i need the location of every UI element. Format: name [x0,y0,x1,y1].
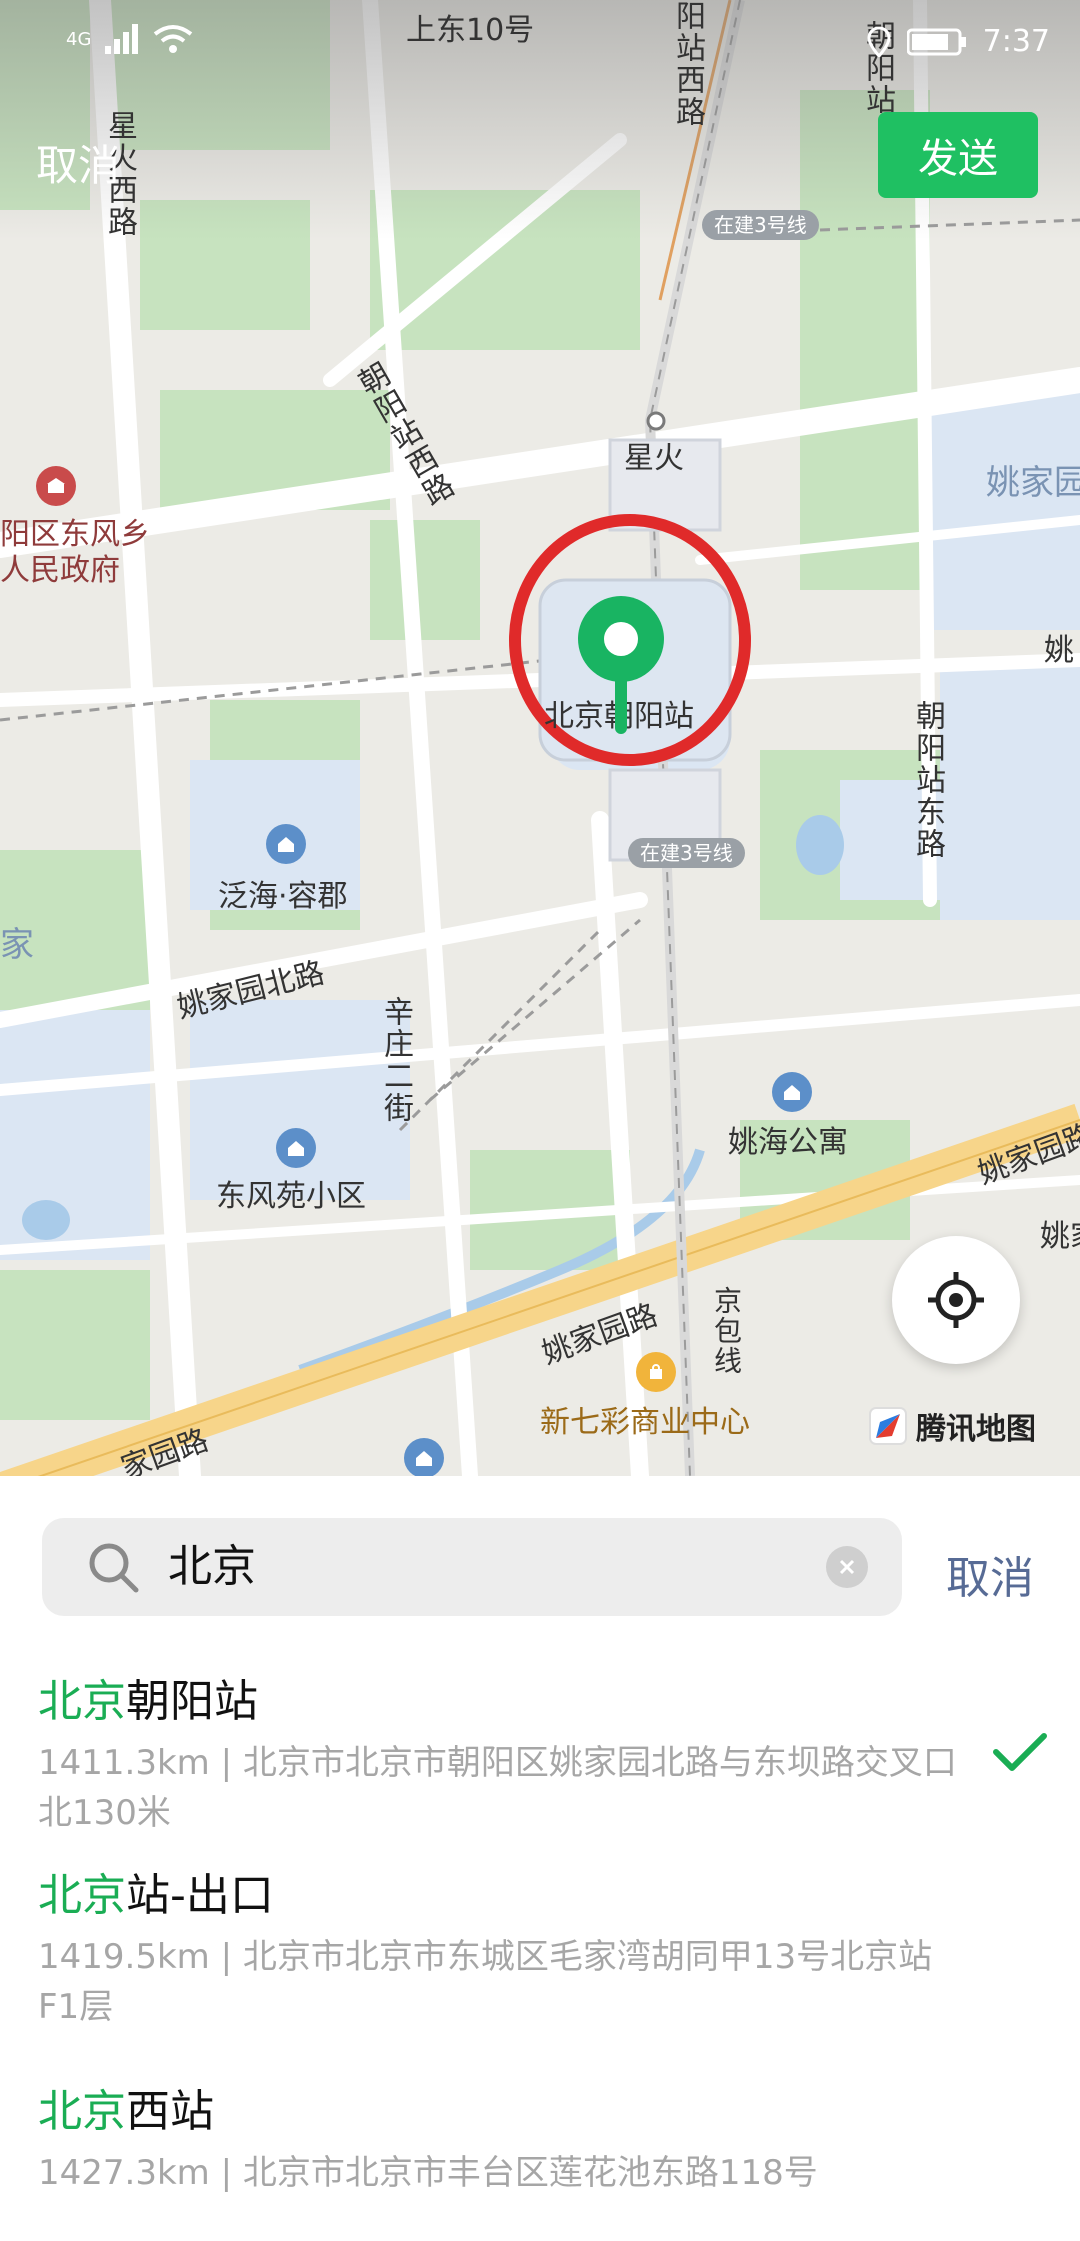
search-query[interactable]: 北京 [168,1538,256,1596]
map-label: 泛海·容郡 [218,879,348,914]
metro-line-pill: 在建3号线 [628,838,745,868]
map-label: 姚海公寓 [728,1125,848,1160]
metro-line-pill: 在建3号线 [702,210,819,240]
result-title: 北京西站 [38,2086,214,2137]
network-type: 4G [66,28,92,50]
map-label: 阳区东风乡 [0,517,150,552]
residential-poi-icon[interactable] [404,1438,444,1476]
result-item[interactable]: 北京站-出口 1419.5km | 北京市北京市东城区毛家湾胡同甲13号北京站F… [38,1866,998,2032]
tencent-map-icon [869,1407,907,1445]
map-label: 姚 [1044,633,1074,668]
search-panel: 北京 取消 北京朝阳站 1411.3km | 北京市北京市朝阳区姚家园北路与东坝… [0,1476,1080,2241]
residential-poi-icon[interactable] [276,1128,316,1168]
map-label: 姚家园 [986,463,1080,503]
map-label: 星火 [624,441,684,476]
map-view[interactable]: 上东10号 星火 北京朝阳站 阳区东风乡 人民政府 姚家园 姚 泛海·容郡 家 … [0,0,1080,1476]
location-pin-icon[interactable] [576,594,666,744]
map-label: 东风苑小区 [216,1179,366,1214]
shopping-poi-icon[interactable] [636,1352,676,1392]
map-brand-text: 腾讯地图 [916,1412,1036,1447]
cancel-button[interactable]: 取消 [36,132,120,193]
clear-icon [839,1559,855,1575]
search-input[interactable]: 北京 [42,1518,902,1616]
residential-poi-icon[interactable] [266,824,306,864]
government-poi-icon[interactable] [36,466,76,506]
search-cancel-button[interactable]: 取消 [946,1542,1034,1606]
locate-me-button[interactable] [892,1236,1020,1364]
status-time: 7:37 [982,24,1050,59]
map-label: 新七彩商业中心 [540,1405,750,1440]
status-bar: 4G 7:37 [0,0,1080,90]
result-subtitle: 1411.3km | 北京市北京市朝阳区姚家园北路与东坝路交叉口北130米 [38,1743,957,1833]
map-brand-logo: 腾讯地图 [868,1404,1036,1448]
checkmark-icon [993,1733,1047,1771]
wifi-icon [154,25,193,53]
residential-poi-icon[interactable] [772,1072,812,1112]
location-status-icon [867,26,891,57]
map-label: 辛庄二街 [378,996,413,1124]
clear-button[interactable] [826,1546,868,1588]
locate-me-icon [928,1272,984,1328]
send-button[interactable]: 发送 [878,112,1038,198]
map-label: 人民政府 [0,553,120,588]
map-label: 家 [0,925,34,965]
search-icon [89,1543,139,1593]
result-item[interactable]: 北京西站 1427.3km | 北京市北京市丰台区莲花池东路118号 [38,2082,998,2198]
result-subtitle: 1419.5km | 北京市北京市东城区毛家湾胡同甲13号北京站F1层 [38,1937,933,2027]
result-subtitle: 1427.3km | 北京市北京市丰台区莲花池东路118号 [38,2153,818,2193]
result-item[interactable]: 北京朝阳站 1411.3km | 北京市北京市朝阳区姚家园北路与东坝路交叉口北1… [38,1672,998,1838]
result-title: 北京朝阳站 [38,1676,258,1727]
battery-icon [906,28,966,55]
map-label: 姚家 [1040,1219,1080,1254]
signal-icon [105,24,139,54]
map-label: 朝阳站东路 [910,700,945,860]
result-title: 北京站-出口 [38,1870,274,1921]
map-label: 京包线 [710,1286,743,1376]
